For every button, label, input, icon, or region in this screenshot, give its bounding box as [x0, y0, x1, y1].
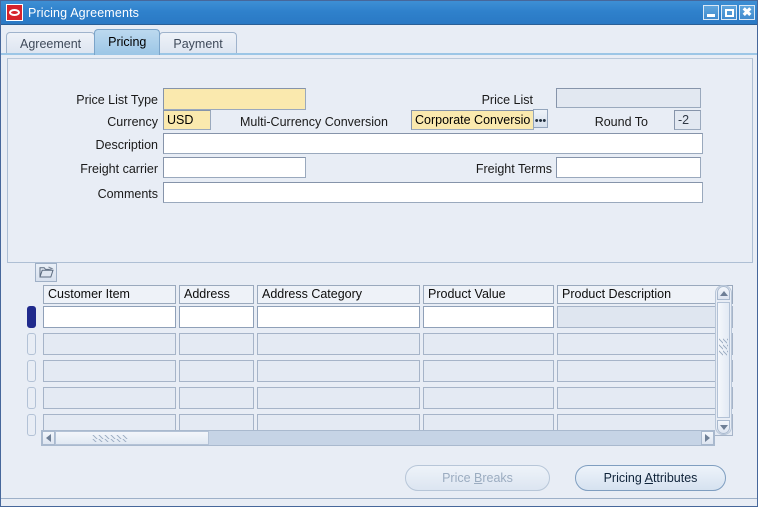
column-header-product-description[interactable]: Product Description	[557, 285, 733, 304]
cell-address-category[interactable]	[257, 306, 420, 328]
freight-carrier-input[interactable]	[163, 157, 306, 178]
scroll-up-button[interactable]	[717, 286, 730, 300]
comments-input[interactable]	[163, 182, 703, 203]
maximize-button[interactable]	[721, 5, 737, 20]
round-to-input[interactable]	[674, 110, 701, 130]
grid-horizontal-scrollbar[interactable]	[41, 430, 715, 446]
tab-list: Agreement Pricing Payment	[6, 29, 236, 55]
comments-label: Comments	[18, 186, 158, 202]
ellipsis-icon: •••	[535, 117, 547, 125]
multi-currency-conversion-label: Multi-Currency Conversion	[240, 114, 388, 130]
price-list-type-label: Price List Type	[18, 92, 158, 108]
description-input[interactable]	[163, 133, 703, 154]
close-icon: ✖	[742, 7, 752, 18]
cell-customer-item[interactable]	[43, 360, 176, 382]
cell-product-value[interactable]	[423, 387, 554, 409]
pricing-form-panel: Price List Type Price List Currency Mult…	[7, 58, 753, 263]
vertical-scroll-thumb[interactable]	[717, 302, 730, 418]
scroll-grip-icon	[719, 338, 728, 356]
description-label: Description	[18, 137, 158, 153]
column-header-address[interactable]: Address	[179, 285, 254, 304]
bottom-separator	[1, 498, 757, 499]
record-indicator[interactable]	[27, 360, 36, 382]
cell-product-value[interactable]	[423, 333, 554, 355]
price-breaks-button[interactable]: Price Breaks	[405, 465, 550, 491]
freight-carrier-label: Freight carrier	[18, 161, 158, 177]
cell-product-description[interactable]	[557, 306, 733, 328]
grid-vertical-scrollbar[interactable]	[715, 285, 732, 435]
cell-product-value[interactable]	[423, 360, 554, 382]
cell-customer-item[interactable]	[43, 306, 176, 328]
cell-product-value[interactable]	[423, 306, 554, 328]
tab-payment[interactable]: Payment	[159, 32, 236, 55]
record-indicator[interactable]	[27, 387, 36, 409]
freight-terms-label: Freight Terms	[388, 161, 552, 177]
cell-address[interactable]	[179, 387, 254, 409]
record-indicator[interactable]	[27, 306, 36, 328]
freight-terms-input[interactable]	[556, 157, 701, 178]
round-to-label: Round To	[548, 114, 648, 130]
price-list-label: Price List	[388, 92, 533, 108]
pricing-attributes-label: Pricing Attributes	[604, 471, 698, 485]
multi-currency-conversion-input[interactable]	[411, 110, 534, 130]
maximize-icon	[725, 9, 734, 17]
cell-customer-item[interactable]	[43, 333, 176, 355]
chevron-down-icon	[720, 425, 728, 430]
record-indicator[interactable]	[27, 414, 36, 436]
cell-address[interactable]	[179, 333, 254, 355]
tab-strip: Agreement Pricing Payment	[1, 25, 757, 55]
minimize-button[interactable]	[703, 5, 719, 20]
scroll-right-button[interactable]	[701, 431, 714, 445]
oracle-logo-icon	[6, 4, 23, 21]
cell-address[interactable]	[179, 360, 254, 382]
column-header-address-category[interactable]: Address Category	[257, 285, 420, 304]
scroll-left-button[interactable]	[42, 431, 55, 445]
cell-product-description[interactable]	[557, 360, 733, 382]
currency-label: Currency	[18, 114, 158, 130]
chevron-right-icon	[705, 434, 710, 442]
pricing-agreements-window: Pricing Agreements ✖ Agreement Pricing P…	[0, 0, 758, 507]
close-button[interactable]: ✖	[739, 5, 755, 20]
record-indicator[interactable]	[27, 333, 36, 355]
scroll-grip-icon	[92, 435, 128, 442]
tab-agreement[interactable]: Agreement	[6, 32, 95, 55]
minimize-icon	[707, 14, 715, 17]
price-breaks-label: Price Breaks	[442, 471, 513, 485]
window-title: Pricing Agreements	[28, 6, 139, 20]
customer-items-grid: Customer Item Address Address Category P…	[27, 285, 733, 449]
folder-icon	[39, 266, 54, 279]
cell-product-description[interactable]	[557, 387, 733, 409]
cell-address-category[interactable]	[257, 333, 420, 355]
scroll-down-button[interactable]	[717, 420, 730, 434]
currency-input[interactable]	[163, 110, 211, 130]
cell-address[interactable]	[179, 306, 254, 328]
column-header-product-value[interactable]: Product Value	[423, 285, 554, 304]
tab-pricing[interactable]: Pricing	[94, 29, 160, 55]
price-list-type-input[interactable]	[163, 88, 306, 110]
grid-folder-button[interactable]	[35, 263, 57, 282]
cell-product-description[interactable]	[557, 333, 733, 355]
horizontal-scroll-thumb[interactable]	[55, 431, 209, 445]
chevron-left-icon	[46, 434, 51, 442]
title-bar: Pricing Agreements ✖	[1, 1, 757, 25]
price-list-input[interactable]	[556, 88, 701, 108]
cell-address-category[interactable]	[257, 360, 420, 382]
pricing-attributes-button[interactable]: Pricing Attributes	[575, 465, 726, 491]
cell-customer-item[interactable]	[43, 387, 176, 409]
column-header-customer-item[interactable]: Customer Item	[43, 285, 176, 304]
chevron-up-icon	[720, 291, 728, 296]
cell-address-category[interactable]	[257, 387, 420, 409]
multi-currency-lov-button[interactable]: •••	[533, 109, 548, 128]
